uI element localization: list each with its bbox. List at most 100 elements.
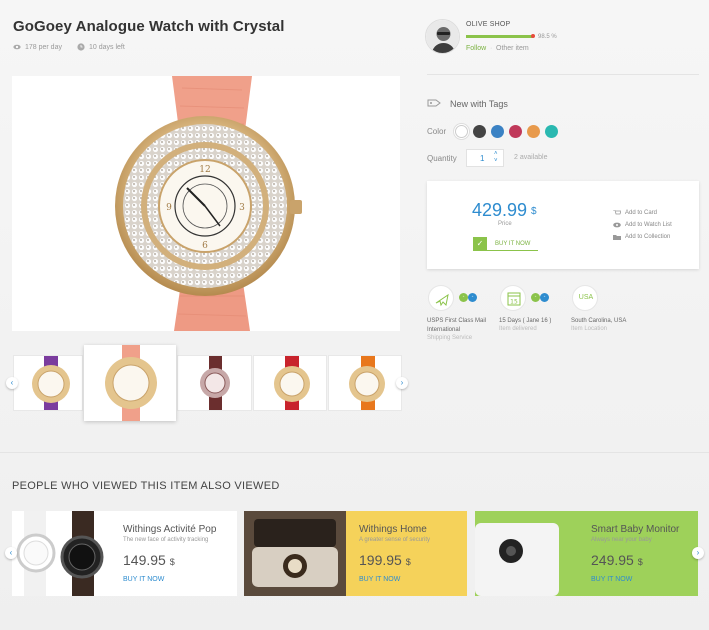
card-price-value: 199.95 (359, 552, 402, 568)
quantity-stepper[interactable]: 1 ˄ ˅ (466, 149, 504, 167)
thumbnail-red[interactable] (253, 355, 327, 411)
delivery-badge: 15 (500, 285, 526, 311)
calendar-day: 15 (510, 299, 518, 306)
location-line1: South Carolina, USA (571, 318, 627, 324)
eye-icon (613, 222, 621, 228)
shop-separator: · (490, 45, 493, 52)
price-currency: $ (531, 206, 537, 217)
card-currency: $ (169, 557, 175, 567)
mini-badge-blue-2: ◦ (540, 293, 549, 302)
svg-text:12: 12 (199, 165, 210, 175)
color-swatch-1[interactable] (473, 125, 486, 138)
color-label: Color (427, 127, 447, 136)
color-swatch-4[interactable] (527, 125, 540, 138)
card-buy-link[interactable]: BUY IT NOW (591, 576, 632, 583)
color-swatch-3[interactable] (509, 125, 522, 138)
quantity-label: Quantity (427, 154, 457, 163)
add-to-watch-list-button[interactable]: Add to Watch List (613, 222, 672, 228)
card-price: 249.95 $ (591, 552, 643, 568)
card-buy-link[interactable]: BUY IT NOW (123, 576, 164, 583)
chevron-left-icon: ‹ (10, 378, 14, 387)
card-currency: $ (405, 557, 411, 567)
thumbnail-brown[interactable] (177, 355, 252, 411)
buy-it-now-button[interactable]: ✓ BUY IT NOW (473, 236, 538, 251)
thumb-prev-button[interactable]: ‹ (6, 377, 18, 389)
days-left-meta: 10 days left (77, 43, 125, 51)
location-badge: USA (572, 285, 598, 311)
days-left-text: 10 days left (89, 43, 125, 51)
shipping-line1: USPS First Class Mail (427, 318, 487, 324)
check-icon: ✓ (473, 236, 487, 251)
card-price: 149.95 $ (123, 552, 175, 568)
shop-name[interactable]: OLIVE SHOP (466, 21, 510, 28)
add-to-card-button[interactable]: Add to Card (613, 210, 657, 216)
rating-fill (466, 35, 533, 38)
clock-icon (77, 43, 85, 51)
mini-badge-green: ◦ (459, 293, 468, 302)
color-swatch-2[interactable] (491, 125, 504, 138)
views-text: 178 per day (25, 43, 62, 51)
svg-text:3: 3 (239, 203, 245, 213)
card-price: 199.95 $ (359, 552, 411, 568)
baby-monitor-image (475, 523, 559, 596)
quantity-value: 1 (480, 154, 485, 163)
divider (427, 74, 699, 75)
rating-marker (531, 34, 535, 38)
cart-icon (613, 210, 621, 215)
chevron-left-icon: ‹ (9, 548, 13, 557)
related-card-baby-monitor[interactable]: Smart Baby Monitor Always near your baby… (475, 511, 698, 596)
svg-text:9: 9 (166, 203, 172, 213)
card-subtitle: A greater sense of security (359, 537, 431, 543)
stepper-arrows-icon[interactable]: ˄ ˅ (494, 151, 498, 165)
delivery-line1: 15 Days ( Jane 16 ) (499, 318, 552, 324)
calendar-icon: 15 (507, 292, 521, 306)
related-heading: PEOPLE WHO VIEWED THIS ITEM ALSO VIEWED (12, 480, 280, 492)
related-prev-button[interactable]: ‹ (5, 547, 17, 559)
card-subtitle: The new face of activity tracking (123, 537, 209, 543)
tag-icon (427, 99, 441, 107)
product-title: GoGoey Analogue Watch with Crystal (13, 18, 285, 35)
views-meta: 178 per day (13, 43, 62, 51)
card-title: Withings Home (359, 524, 427, 535)
add-to-collection-label: Add to Collection (625, 234, 671, 240)
thumbnail-orange[interactable] (328, 355, 402, 411)
color-swatch-5[interactable] (545, 125, 558, 138)
shipping-sub: Shipping Service (427, 335, 473, 341)
section-divider (0, 452, 709, 453)
thumb-next-button[interactable]: › (396, 377, 408, 389)
thumbnail-pink-selected[interactable] (84, 345, 176, 421)
color-swatch-0[interactable] (455, 125, 468, 138)
mini-badge-green-2: ◦ (531, 293, 540, 302)
location-badge-text: USA (578, 294, 594, 301)
other-item-link[interactable]: Other item (496, 45, 529, 52)
thumbnail-purple[interactable] (13, 355, 83, 411)
price-label: Price (498, 221, 512, 227)
price-value: 429.99 (472, 200, 528, 220)
add-to-card-label: Add to Card (625, 210, 658, 216)
shipping-service-badge (428, 285, 454, 311)
shop-avatar[interactable] (425, 19, 460, 54)
rating-percent: 98.5 % (538, 34, 557, 40)
related-card-withings-home[interactable]: Withings Home A greater sense of securit… (244, 511, 467, 596)
related-next-button[interactable]: › (692, 547, 704, 559)
condition-text: New with Tags (450, 99, 508, 109)
chevron-right-icon: › (696, 548, 700, 557)
card-subtitle: Always near your baby (591, 537, 652, 543)
card-price-value: 249.95 (591, 552, 634, 568)
buy-it-now-label: BUY IT NOW (495, 240, 531, 247)
folder-icon (613, 235, 621, 240)
svg-text:6: 6 (202, 241, 208, 251)
main-product-image[interactable]: 12 3 6 9 (12, 76, 400, 331)
quantity-available: 2 available (514, 154, 548, 161)
add-to-collection-button[interactable]: Add to Collection (613, 234, 670, 240)
watch-pair-image (16, 511, 104, 596)
location-sub: Item Location (571, 326, 608, 332)
delivery-sub: Item delivered (499, 326, 537, 332)
card-buy-link[interactable]: BUY IT NOW (359, 576, 400, 583)
watch-case-image (244, 511, 346, 596)
plane-icon (435, 293, 449, 307)
shipping-line2: International (427, 327, 461, 333)
related-card-withings-pop[interactable]: Withings Activité Pop The new face of ac… (12, 511, 237, 596)
chevron-right-icon: › (400, 378, 404, 387)
follow-link[interactable]: Follow (466, 45, 486, 52)
